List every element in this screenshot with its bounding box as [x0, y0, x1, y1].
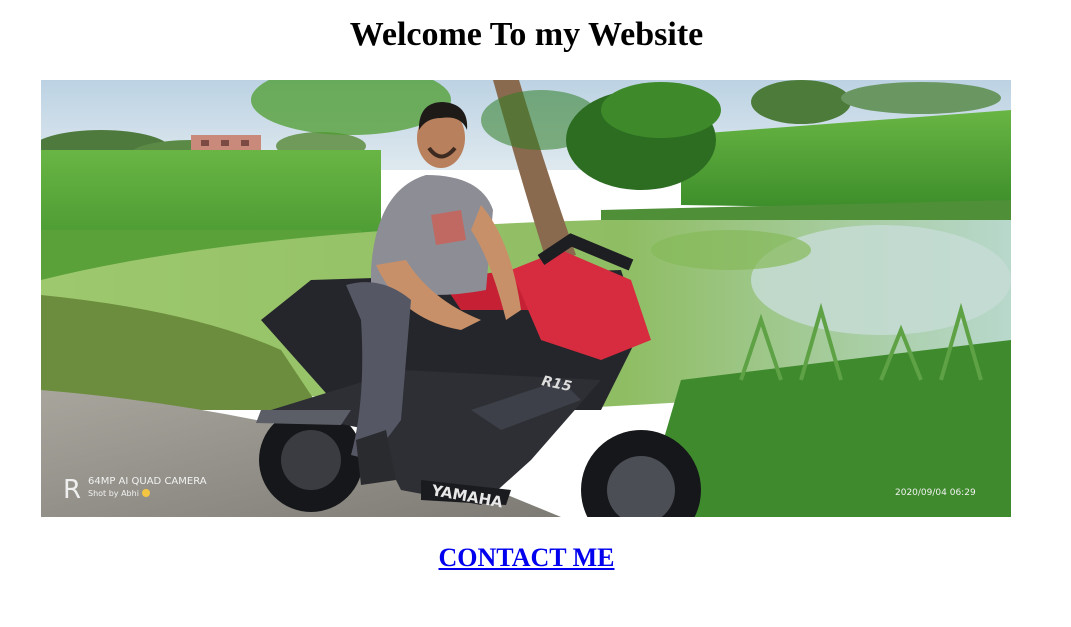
- camera-logo-icon: R: [63, 475, 81, 505]
- smiley-emoji-icon: [142, 489, 150, 497]
- camera-watermark-line2: Shot by Abhi: [88, 489, 139, 498]
- camera-watermark-line1: 64MP AI QUAD CAMERA: [88, 476, 207, 487]
- photo-timestamp: 2020/09/04 06:29: [895, 488, 976, 498]
- contact-me-link[interactable]: CONTACT ME: [439, 543, 615, 572]
- page-title: Welcome To my Website: [349, 16, 704, 53]
- contact-link-wrapper: CONTACT ME: [0, 542, 1053, 574]
- hero-photo: YAMAHA R15 R 64MP AI QUAD CAMERA Shot by…: [41, 80, 1011, 517]
